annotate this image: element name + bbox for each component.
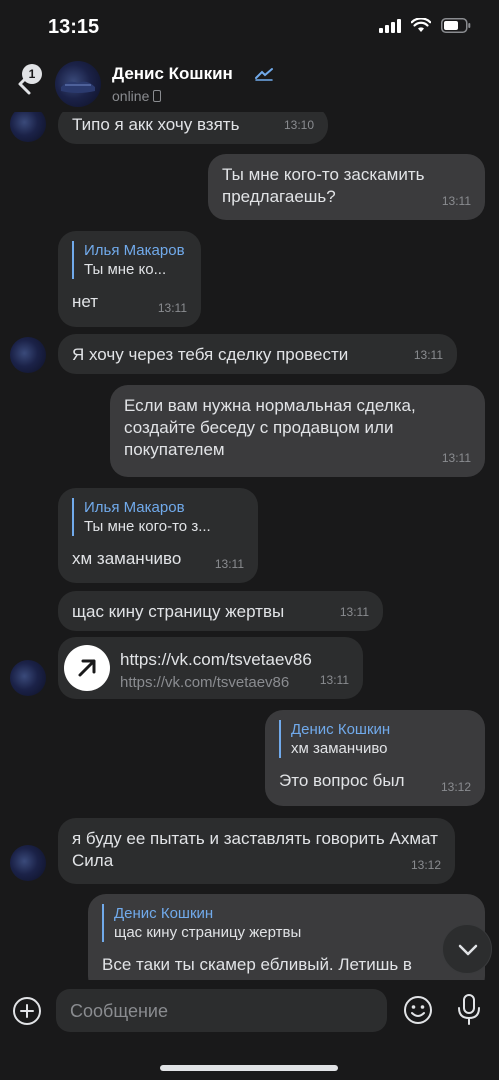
message-time: 13:11 <box>441 194 471 208</box>
smile-icon <box>404 996 432 1024</box>
chat-header: 1 Денис Кошкин online <box>0 56 499 112</box>
message-time: 13:10 <box>283 118 314 132</box>
link-message[interactable]: https://vk.com/tsvetaev86 https://vk.com… <box>58 637 363 699</box>
link-title[interactable]: https://vk.com/tsvetaev86 <box>120 649 312 671</box>
message-time: 13:11 <box>214 557 244 571</box>
message-incoming[interactable]: щас кину страницу жертвы 13:11 <box>58 591 383 631</box>
plus-icon <box>13 997 41 1025</box>
message-incoming[interactable]: Я хочу через тебя сделку провести 13:11 <box>58 334 457 374</box>
avatar[interactable] <box>55 61 101 107</box>
wifi-icon <box>411 18 431 32</box>
contact-name[interactable]: Денис Кошкин <box>112 64 233 84</box>
chevron-down-icon <box>458 944 478 956</box>
scroll-down-button[interactable] <box>442 924 492 974</box>
reply-quote[interactable]: Денис Кошкин щас кину страницу жертвы <box>102 904 471 942</box>
message-incoming[interactable]: Илья Макаров Ты мне кого-то з... хм зама… <box>58 488 258 583</box>
arrow-up-right-icon <box>78 659 96 677</box>
attach-button[interactable] <box>12 996 42 1026</box>
message-time: 13:11 <box>319 673 349 687</box>
message-outgoing[interactable]: Денис Кошкин щас кину страницу жертвы Вс… <box>88 894 485 994</box>
voice-message-button[interactable] <box>455 992 483 1031</box>
link-preview-button[interactable] <box>64 645 110 691</box>
message-time: 13:12 <box>440 780 471 794</box>
online-status: online <box>112 88 162 104</box>
reply-quote[interactable]: Илья Макаров Ты мне ко... <box>72 241 187 279</box>
signal-icon <box>379 18 401 33</box>
message-outgoing[interactable]: Денис Кошкин хм заманчиво Это вопрос был… <box>265 710 485 806</box>
message-outgoing[interactable]: Ты мне кого-то заскамить предлагаешь? 13… <box>208 154 485 220</box>
mic-icon <box>458 994 480 1025</box>
home-indicator <box>160 1065 338 1071</box>
battery-icon <box>441 18 471 33</box>
message-time: 13:11 <box>413 348 443 362</box>
avatar[interactable] <box>10 660 46 696</box>
status-bar: 13:15 <box>0 0 499 56</box>
message-outgoing[interactable]: Если вам нужна нормальная сделка, создай… <box>110 385 485 477</box>
message-time: 13:12 <box>410 858 441 872</box>
message-time: 13:11 <box>157 301 187 315</box>
message-time: 13:11 <box>339 605 369 619</box>
reply-quote[interactable]: Илья Макаров Ты мне кого-то з... <box>72 498 244 536</box>
message-placeholder: Сообщение <box>70 1001 168 1021</box>
message-time: 13:11 <box>441 451 471 465</box>
reply-quote[interactable]: Денис Кошкин хм заманчиво <box>279 720 471 758</box>
link-url: https://vk.com/tsvetaev86 <box>120 674 290 691</box>
avatar[interactable] <box>10 845 46 881</box>
emoji-button[interactable] <box>402 994 434 1031</box>
verified-icon <box>255 68 273 81</box>
mobile-icon <box>153 90 162 102</box>
message-incoming[interactable]: Илья Макаров Ты мне ко... нет 13:11 <box>58 231 201 327</box>
message-incoming[interactable]: я буду ее пытать и заставлять говорить А… <box>58 818 455 884</box>
clock: 13:15 <box>48 16 100 38</box>
avatar[interactable] <box>10 337 46 373</box>
message-input[interactable]: Сообщение <box>56 989 387 1032</box>
unread-badge: 1 <box>22 64 42 84</box>
